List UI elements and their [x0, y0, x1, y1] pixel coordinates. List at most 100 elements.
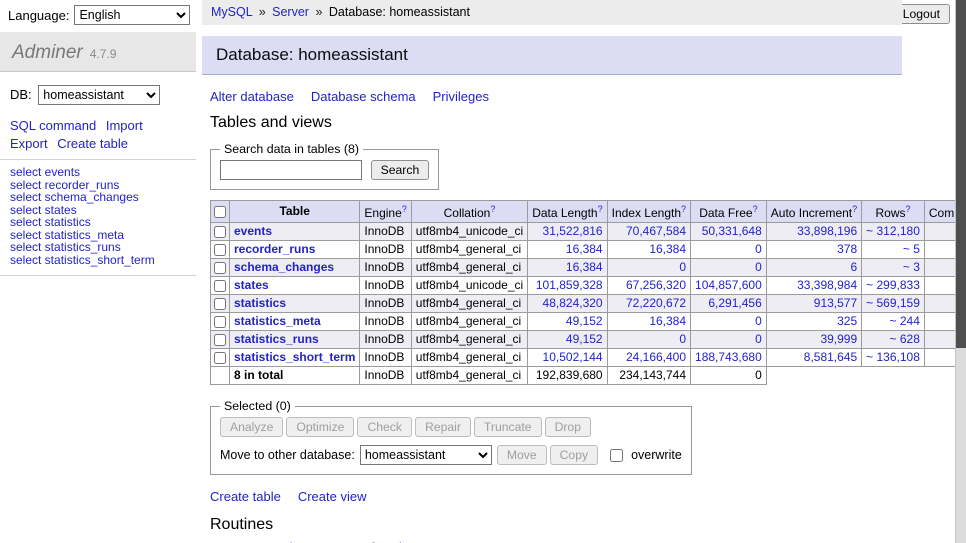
- breadcrumb-mysql-link[interactable]: MySQL: [211, 5, 252, 19]
- data-free-link[interactable]: 188,743,680: [695, 350, 762, 364]
- search-button[interactable]: Search: [371, 160, 430, 180]
- auto-increment-link[interactable]: 325: [837, 314, 857, 328]
- language-select[interactable]: English: [74, 5, 190, 25]
- help-link[interactable]: ?: [681, 204, 686, 214]
- move-db-select[interactable]: homeassistant: [360, 445, 492, 465]
- row-checkbox[interactable]: [214, 298, 226, 310]
- table-name-link[interactable]: schema_changes: [234, 260, 334, 274]
- scrollbar[interactable]: [955, 0, 966, 543]
- row-checkbox[interactable]: [214, 280, 226, 292]
- data-free-link[interactable]: 50,331,648: [702, 224, 762, 238]
- data-free-link[interactable]: 0: [755, 242, 762, 256]
- data-length-link[interactable]: 31,522,816: [543, 224, 603, 238]
- copy-button[interactable]: Copy: [550, 445, 598, 465]
- sidebar-table-link[interactable]: select events: [10, 166, 186, 179]
- sidebar-table-link[interactable]: select statistics_runs: [10, 241, 186, 254]
- drop-button[interactable]: Drop: [545, 417, 591, 437]
- index-length-link[interactable]: 67,256,320: [626, 278, 686, 292]
- breadcrumb-server-link[interactable]: Server: [272, 5, 309, 19]
- database-action-link[interactable]: Privileges: [433, 89, 489, 104]
- create-link[interactable]: Create view: [298, 489, 367, 504]
- table-name-link[interactable]: states: [234, 278, 269, 292]
- data-length-link[interactable]: 16,384: [566, 242, 603, 256]
- data-length-link[interactable]: 16,384: [566, 260, 603, 274]
- create-link[interactable]: Create table: [210, 489, 281, 504]
- optimize-button[interactable]: Optimize: [286, 417, 354, 437]
- row-checkbox[interactable]: [214, 316, 226, 328]
- table-name-link[interactable]: recorder_runs: [234, 242, 315, 256]
- repair-button[interactable]: Repair: [415, 417, 471, 437]
- help-link[interactable]: ?: [753, 204, 758, 214]
- auto-increment-link[interactable]: 33,398,984: [797, 278, 857, 292]
- overwrite-checkbox[interactable]: [610, 449, 623, 462]
- data-length-link[interactable]: 10,502,144: [543, 350, 603, 364]
- row-checkbox[interactable]: [214, 334, 226, 346]
- index-length-link[interactable]: 16,384: [649, 242, 686, 256]
- index-length-link[interactable]: 72,220,672: [626, 296, 686, 310]
- table-name-link[interactable]: statistics_meta: [234, 314, 321, 328]
- help-link[interactable]: ?: [906, 204, 911, 214]
- data-length-link[interactable]: 48,824,320: [543, 296, 603, 310]
- data-free-link[interactable]: 0: [755, 260, 762, 274]
- auto-increment-link[interactable]: 6: [850, 260, 857, 274]
- rows-link[interactable]: ~ 628: [890, 332, 920, 346]
- select-all-checkbox[interactable]: [214, 206, 226, 218]
- sidebar-table-link[interactable]: select statistics_short_term: [10, 254, 186, 267]
- data-free-link[interactable]: 0: [755, 314, 762, 328]
- overwrite-label[interactable]: overwrite: [631, 448, 682, 462]
- total-engine: InnoDB: [360, 367, 411, 385]
- auto-increment-link[interactable]: 8,581,645: [804, 350, 857, 364]
- export-link[interactable]: Export: [10, 136, 48, 151]
- rows-link[interactable]: ~ 569,159: [866, 296, 920, 310]
- db-select[interactable]: homeassistant: [38, 85, 160, 105]
- data-length-link[interactable]: 49,152: [566, 332, 603, 346]
- create-table-link[interactable]: Create table: [57, 136, 128, 151]
- index-length-link[interactable]: 0: [679, 260, 686, 274]
- row-checkbox[interactable]: [214, 226, 226, 238]
- breadcrumb: MySQL » Server » Database: homeassistant: [202, 0, 902, 25]
- import-link[interactable]: Import: [106, 118, 143, 133]
- rows-link[interactable]: ~ 5: [903, 242, 920, 256]
- rows-link[interactable]: ~ 299,833: [866, 278, 920, 292]
- search-input[interactable]: [220, 160, 362, 180]
- auto-increment-link[interactable]: 39,999: [820, 332, 857, 346]
- rows-link[interactable]: ~ 3: [903, 260, 920, 274]
- auto-increment-link[interactable]: 33,898,196: [797, 224, 857, 238]
- sql-command-link[interactable]: SQL command: [10, 118, 96, 133]
- analyze-button[interactable]: Analyze: [220, 417, 283, 437]
- rows-link[interactable]: ~ 136,108: [866, 350, 920, 364]
- help-link[interactable]: ?: [490, 204, 495, 214]
- index-length-link[interactable]: 70,467,584: [626, 224, 686, 238]
- data-free-link[interactable]: 6,291,456: [708, 296, 761, 310]
- row-checkbox[interactable]: [214, 352, 226, 364]
- truncate-button[interactable]: Truncate: [474, 417, 542, 437]
- rows-link[interactable]: ~ 312,180: [866, 224, 920, 238]
- database-action-link[interactable]: Database schema: [311, 89, 416, 104]
- data-free-link[interactable]: 0: [755, 332, 762, 346]
- data-length-link[interactable]: 49,152: [566, 314, 603, 328]
- row-checkbox[interactable]: [214, 262, 226, 274]
- table-name-link[interactable]: statistics: [234, 296, 286, 310]
- data-free-link[interactable]: 104,857,600: [695, 278, 762, 292]
- rows-link[interactable]: ~ 244: [890, 314, 920, 328]
- row-checkbox[interactable]: [214, 244, 226, 256]
- table-name-link[interactable]: events: [234, 224, 272, 238]
- check-button[interactable]: Check: [357, 417, 412, 437]
- database-action-link[interactable]: Alter database: [210, 89, 294, 104]
- table-name-link[interactable]: statistics_runs: [234, 332, 319, 346]
- data-length-link[interactable]: 101,859,328: [536, 278, 603, 292]
- scrollbar-thumb[interactable]: [956, 0, 966, 348]
- sidebar-table-link[interactable]: select statistics: [10, 216, 186, 229]
- index-length-link[interactable]: 24,166,400: [626, 350, 686, 364]
- help-link[interactable]: ?: [598, 204, 603, 214]
- table-name-link[interactable]: statistics_short_term: [234, 350, 355, 364]
- sidebar-table-link[interactable]: select schema_changes: [10, 191, 186, 204]
- app-logo[interactable]: Adminer: [12, 42, 83, 63]
- help-link[interactable]: ?: [402, 204, 407, 214]
- move-button[interactable]: Move: [497, 445, 547, 465]
- auto-increment-link[interactable]: 913,577: [814, 296, 857, 310]
- index-length-link[interactable]: 0: [679, 332, 686, 346]
- index-length-link[interactable]: 16,384: [649, 314, 686, 328]
- help-link[interactable]: ?: [852, 204, 857, 214]
- auto-increment-link[interactable]: 378: [837, 242, 857, 256]
